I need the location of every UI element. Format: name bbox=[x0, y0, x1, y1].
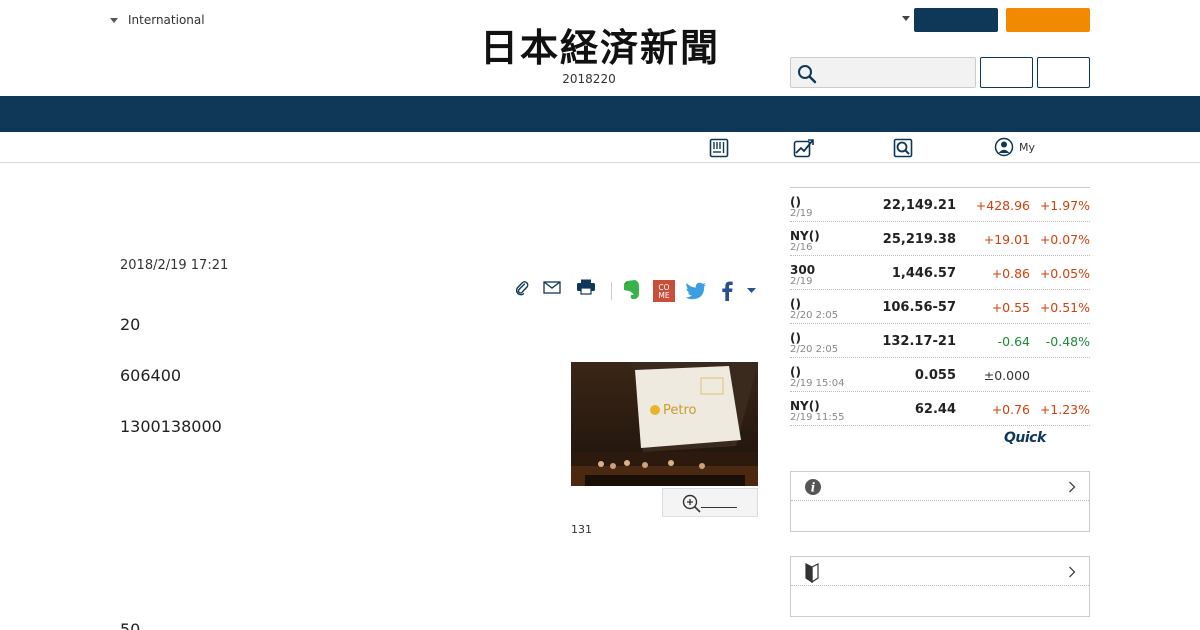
market-change: +0.76 bbox=[991, 402, 1030, 417]
come-icon[interactable]: CO ME bbox=[653, 280, 675, 302]
svg-text:i: i bbox=[811, 481, 816, 495]
market-change-percent: +0.05% bbox=[1039, 266, 1090, 281]
article-photo[interactable]: Petro bbox=[571, 362, 758, 486]
market-name: NY() bbox=[790, 399, 820, 413]
login-button[interactable] bbox=[914, 8, 998, 32]
more-caret-icon[interactable] bbox=[747, 288, 756, 294]
chevron-right-icon bbox=[1069, 481, 1076, 493]
market-row[interactable]: () 2/19 22,149.21 +428.96 +1.97% bbox=[790, 188, 1090, 222]
search-input[interactable] bbox=[819, 58, 973, 87]
share-divider bbox=[611, 282, 612, 300]
search-document-icon[interactable] bbox=[893, 138, 913, 158]
search-box bbox=[790, 57, 976, 88]
print-icon[interactable] bbox=[576, 279, 596, 295]
header-date: 2018220 bbox=[562, 72, 616, 86]
market-name: NY() bbox=[790, 229, 820, 243]
facebook-icon[interactable] bbox=[720, 280, 734, 302]
market-timestamp: 2/19 11:55 bbox=[790, 412, 845, 423]
sub-navigation: My bbox=[0, 132, 1200, 163]
svg-text:ME: ME bbox=[658, 291, 669, 300]
my-label: My bbox=[1019, 140, 1036, 154]
market-row[interactable]: () 2/20 2:05 106.56-57 +0.55 +0.51% bbox=[790, 290, 1090, 324]
info-icon: i bbox=[805, 479, 821, 495]
evernote-icon[interactable] bbox=[623, 279, 641, 301]
mail-icon[interactable] bbox=[543, 281, 561, 294]
market-value: 25,219.38 bbox=[882, 232, 956, 247]
twitter-icon[interactable] bbox=[685, 282, 707, 300]
svg-text:Petro: Petro bbox=[663, 403, 697, 418]
market-value: 132.17-21 bbox=[882, 334, 956, 349]
caret-down-icon bbox=[110, 17, 118, 23]
header-button-2[interactable] bbox=[1037, 57, 1090, 88]
market-table: () 2/19 22,149.21 +428.96 +1.97% NY() 2/16 25,2… bbox=[790, 187, 1090, 426]
caret-down-icon[interactable] bbox=[902, 16, 910, 21]
share-toolbar: CO ME bbox=[512, 278, 762, 304]
market-change: +19.01 bbox=[983, 232, 1030, 247]
quick-logo[interactable]: Quick bbox=[1004, 430, 1046, 446]
market-row[interactable]: () 2/19 15:04 0.055 ±0.000 bbox=[790, 358, 1090, 392]
photo-zoom-button[interactable] bbox=[662, 488, 758, 517]
market-change: +0.55 bbox=[991, 300, 1030, 315]
market-timestamp: 2/19 bbox=[790, 276, 813, 287]
beginner-box-header[interactable] bbox=[791, 557, 1089, 586]
article-photo-image: Petro bbox=[571, 362, 758, 486]
info-box: i bbox=[790, 471, 1090, 532]
market-change-percent: +0.51% bbox=[1039, 300, 1090, 315]
market-row[interactable]: NY() 2/19 11:55 62.44 +0.76 +1.23% bbox=[790, 392, 1090, 426]
newspaper-icon[interactable] bbox=[709, 138, 729, 158]
photo-caption: 131 bbox=[571, 523, 592, 536]
market-value: 1,446.57 bbox=[891, 266, 956, 281]
market-timestamp: 2/20 2:05 bbox=[790, 344, 839, 355]
market-change: -0.64 bbox=[997, 334, 1030, 349]
site-header: International 日本経済新聞 2018220 bbox=[0, 0, 1200, 96]
market-value: 0.055 bbox=[914, 368, 956, 383]
market-row[interactable]: 300 2/19 1,446.57 +0.86 +0.05% bbox=[790, 256, 1090, 290]
market-row[interactable]: () 2/20 2:05 132.17-21 -0.64 -0.48% bbox=[790, 324, 1090, 358]
my-page-link[interactable]: My bbox=[994, 137, 1035, 157]
header-button-1[interactable] bbox=[980, 57, 1033, 88]
article-paragraph: 20 bbox=[120, 315, 141, 334]
info-box-header[interactable]: i bbox=[791, 472, 1089, 501]
market-change: ±0.000 bbox=[983, 368, 1030, 383]
chart-icon[interactable] bbox=[793, 138, 815, 158]
beginner-mark-icon bbox=[805, 563, 819, 583]
market-change: +0.86 bbox=[991, 266, 1030, 281]
main-navigation-bar bbox=[0, 96, 1200, 132]
market-change-percent: +1.97% bbox=[1039, 198, 1090, 213]
market-name: () bbox=[790, 297, 801, 311]
market-name: () bbox=[790, 331, 801, 345]
subscribe-button[interactable] bbox=[1006, 8, 1090, 32]
market-name: () bbox=[790, 365, 801, 379]
market-value: 62.44 bbox=[914, 402, 956, 417]
article-date: 2018/2/19 17:21 bbox=[120, 258, 229, 273]
market-value: 22,149.21 bbox=[882, 198, 956, 213]
clip-icon[interactable] bbox=[514, 280, 530, 296]
market-timestamp: 2/19 15:04 bbox=[790, 378, 845, 389]
article-paragraph: 50 bbox=[120, 620, 141, 630]
user-icon bbox=[994, 137, 1014, 157]
market-timestamp: 2/16 bbox=[790, 242, 813, 253]
market-value: 106.56-57 bbox=[882, 300, 956, 315]
edition-label: International bbox=[128, 13, 205, 27]
site-logo[interactable]: 日本経済新聞 bbox=[450, 27, 750, 69]
market-change-percent: +0.07% bbox=[1039, 232, 1090, 247]
market-timestamp: 2/19 bbox=[790, 208, 813, 219]
market-name: 300 bbox=[790, 263, 816, 277]
zoom-in-icon bbox=[682, 494, 701, 513]
article-paragraph: 606400 bbox=[120, 366, 182, 385]
zoom-underline bbox=[701, 507, 737, 508]
market-change: +428.96 bbox=[975, 198, 1030, 213]
beginner-box bbox=[790, 556, 1090, 617]
market-change-percent: +1.23% bbox=[1039, 402, 1090, 417]
market-name: () bbox=[790, 195, 801, 209]
market-timestamp: 2/20 2:05 bbox=[790, 310, 839, 321]
market-change-percent: -0.48% bbox=[1045, 334, 1090, 349]
search-icon[interactable] bbox=[797, 64, 817, 84]
market-row[interactable]: NY() 2/16 25,219.38 +19.01 +0.07% bbox=[790, 222, 1090, 256]
article-paragraph: 1300138000 bbox=[120, 417, 222, 436]
chevron-right-icon bbox=[1069, 566, 1076, 578]
edition-selector[interactable]: International bbox=[110, 11, 205, 29]
